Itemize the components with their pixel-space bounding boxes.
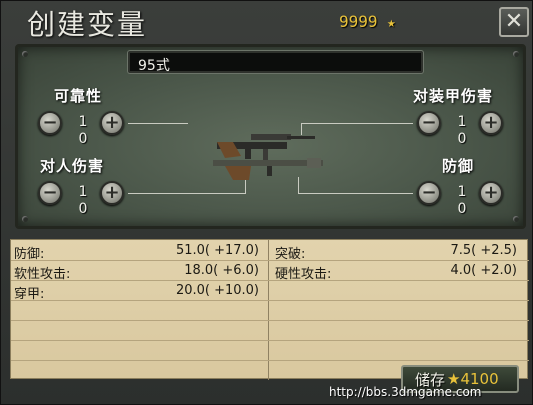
stats-row-line xyxy=(11,320,529,321)
defense-level: 1 xyxy=(457,184,467,200)
minus-icon: − xyxy=(42,182,58,203)
armor-damage-plus-button[interactable]: + xyxy=(479,111,503,135)
stat-value-soft-attack: 18.0( +6.0) xyxy=(184,263,259,278)
armor-damage-level: 1 xyxy=(457,114,467,130)
stat-value-defense: 51.0( +17.0) xyxy=(175,243,259,258)
design-panel: 95式 可靠性 − 1 + 0 对装甲伤害 − 1 + 0 对人伤害 − 1 +… xyxy=(15,44,526,229)
stat-name-piercing: 穿甲: xyxy=(14,287,45,302)
rivet xyxy=(513,216,519,222)
create-variant-window: 创建变量 9999 ★ ✕ 95式 可靠性 − 1 + 0 对装甲伤害 − 1 … xyxy=(0,0,533,405)
stat-label-defense: 防御 xyxy=(442,157,475,175)
personnel-damage-change: 0 xyxy=(78,201,88,217)
stat-name-defense: 防御: xyxy=(14,247,45,262)
reliability-change: 0 xyxy=(78,131,88,147)
minus-icon: − xyxy=(42,112,58,133)
close-icon: ✕ xyxy=(504,9,524,34)
stat-name-hard-attack: 硬性攻击: xyxy=(275,267,332,282)
stats-divider xyxy=(268,240,269,380)
personnel-damage-plus-button[interactable]: + xyxy=(100,181,124,205)
stats-row-line xyxy=(11,340,529,341)
connector-line xyxy=(128,123,188,124)
stats-row-line xyxy=(11,280,529,281)
defense-minus-button[interactable]: − xyxy=(417,181,441,205)
star-icon: ★ xyxy=(387,15,396,31)
stat-value-hard-attack: 4.0( +2.0) xyxy=(450,263,517,278)
points-value: 9999 xyxy=(339,12,378,31)
reliability-level: 1 xyxy=(78,114,88,130)
defense-plus-button[interactable]: + xyxy=(479,181,503,205)
personnel-damage-level: 1 xyxy=(78,184,88,200)
connector-line xyxy=(128,193,246,194)
stat-label-armor-damage: 对装甲伤害 xyxy=(413,87,494,105)
variant-name-text: 95式 xyxy=(138,58,170,74)
window-header: 创建变量 9999 ★ ✕ xyxy=(1,1,533,41)
infantry-weapon-icon xyxy=(213,134,323,180)
stats-row-line xyxy=(11,300,529,301)
stats-row-line xyxy=(11,360,529,361)
stat-value-breakthrough: 7.5( +2.5) xyxy=(450,243,517,258)
armor-damage-change: 0 xyxy=(457,131,467,147)
plus-icon: + xyxy=(104,112,120,133)
stat-name-soft-attack: 软性攻击: xyxy=(14,267,71,282)
rivet xyxy=(22,216,28,222)
stat-name-breakthrough: 突破: xyxy=(275,247,306,262)
plus-icon: + xyxy=(104,182,120,203)
points-counter: 9999 ★ xyxy=(339,12,396,31)
stats-row-line xyxy=(11,260,529,261)
stats-sheet: 防御: 51.0( +17.0) 软性攻击: 18.0( +6.0) 穿甲: 2… xyxy=(10,239,529,380)
minus-icon: − xyxy=(421,112,437,133)
reliability-minus-button[interactable]: − xyxy=(38,111,62,135)
reliability-plus-button[interactable]: + xyxy=(100,111,124,135)
minus-icon: − xyxy=(421,182,437,203)
watermark: http://bbs.3dmgame.com xyxy=(329,385,482,399)
variant-name-field[interactable]: 95式 xyxy=(128,51,423,74)
stat-label-reliability: 可靠性 xyxy=(54,87,103,105)
defense-change: 0 xyxy=(457,201,467,217)
personnel-damage-minus-button[interactable]: − xyxy=(38,181,62,205)
stat-label-personnel-damage: 对人伤害 xyxy=(40,157,105,175)
close-button[interactable]: ✕ xyxy=(499,7,529,37)
plus-icon: + xyxy=(483,112,499,133)
connector-line xyxy=(298,193,413,194)
rivet xyxy=(22,51,28,57)
stat-value-piercing: 20.0( +10.0) xyxy=(175,283,259,298)
rivet xyxy=(513,51,519,57)
window-title: 创建变量 xyxy=(27,8,148,41)
armor-damage-minus-button[interactable]: − xyxy=(417,111,441,135)
plus-icon: + xyxy=(483,182,499,203)
